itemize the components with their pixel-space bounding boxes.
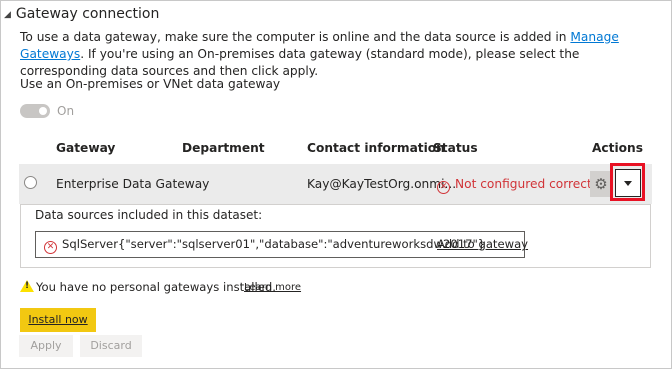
gateway-name: Enterprise Data Gateway: [56, 177, 210, 191]
status-cell: ✕ Not configured correctly: [437, 177, 602, 194]
apply-button[interactable]: Apply: [19, 335, 73, 357]
toggle-state-label: On: [57, 104, 75, 118]
learn-more-link[interactable]: Learn more: [244, 282, 301, 293]
warning-text: You have no personal gateways installed.: [36, 280, 276, 294]
install-now-button[interactable]: Install now: [20, 308, 96, 332]
personal-gateway-warning: You have no personal gateways installed.: [20, 280, 276, 294]
gateway-radio[interactable]: [24, 176, 37, 189]
gateway-toggle-label: Use an On-premises or VNet data gateway: [20, 77, 281, 91]
settings-button[interactable]: ⚙: [590, 171, 612, 197]
datasource-name: SqlServer{"server":"sqlserver01","databa…: [62, 237, 486, 251]
header-actions: Actions: [592, 141, 643, 155]
header-gateway: Gateway: [56, 141, 116, 155]
header-department: Department: [182, 141, 265, 155]
header-status: Status: [433, 141, 478, 155]
section-title: Gateway connection: [15, 6, 160, 22]
error-circle-icon: ✕: [44, 241, 57, 254]
gateway-toggle[interactable]: [20, 104, 50, 118]
toggle-knob: [39, 107, 47, 115]
datasources-label: Data sources included in this dataset:: [35, 208, 263, 222]
status-text: Not configured correctly: [455, 177, 603, 191]
collapse-triangle-icon[interactable]: ◢: [4, 10, 11, 20]
description-text-2: . If you're using an On-premises data ga…: [20, 47, 580, 78]
warning-icon: [20, 280, 34, 292]
section-description: To use a data gateway, make sure the com…: [20, 29, 660, 80]
add-to-gateway-link[interactable]: Add to gateway: [437, 237, 528, 251]
contact-cell: Kay@KayTestOrg.onmi...: [307, 177, 457, 191]
gear-icon: ⚙: [594, 175, 608, 193]
header-contact: Contact information: [307, 141, 445, 155]
discard-button[interactable]: Discard: [80, 335, 142, 357]
datasource-text: ✕ SqlServer{"server":"sqlserver01","datab…: [44, 237, 485, 254]
highlight-box: [610, 163, 645, 201]
description-text-1: To use a data gateway, make sure the com…: [20, 30, 571, 44]
error-circle-icon: ✕: [437, 181, 450, 194]
section-header[interactable]: ◢ Gateway connection: [4, 6, 159, 22]
